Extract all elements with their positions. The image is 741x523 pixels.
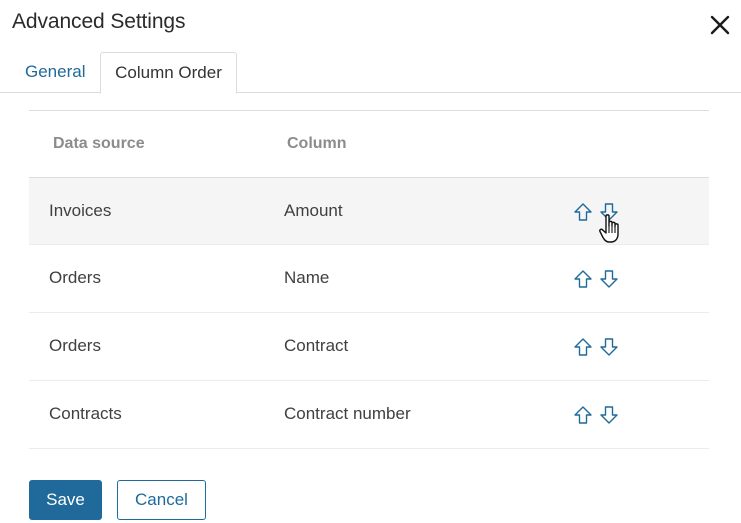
table-row: Invoices Amount bbox=[29, 178, 709, 245]
tab-column-order[interactable]: Column Order bbox=[100, 52, 237, 94]
row-data-source: Orders bbox=[49, 336, 101, 355]
header-data-source: Data source bbox=[53, 135, 145, 152]
arrow-up-icon[interactable] bbox=[573, 202, 593, 222]
row-column: Contract number bbox=[284, 404, 411, 423]
row-column: Name bbox=[284, 268, 330, 287]
arrow-up-icon[interactable] bbox=[573, 405, 593, 425]
save-button[interactable]: Save bbox=[29, 480, 102, 520]
row-column: Amount bbox=[284, 201, 343, 220]
arrow-down-icon[interactable] bbox=[599, 269, 619, 289]
close-button[interactable] bbox=[706, 11, 734, 39]
column-order-table: Data source Column Invoices Amount Order… bbox=[29, 110, 709, 449]
arrow-up-icon[interactable] bbox=[573, 269, 593, 289]
header-column: Column bbox=[287, 135, 347, 152]
tab-general[interactable]: General bbox=[25, 52, 85, 93]
arrow-down-icon[interactable] bbox=[599, 337, 619, 357]
table-header: Data source Column bbox=[29, 111, 709, 178]
close-icon[interactable] bbox=[706, 11, 734, 39]
row-column: Contract bbox=[284, 336, 349, 355]
tab-bar: General Column Order bbox=[0, 52, 741, 94]
dialog-title: Advanced Settings bbox=[12, 10, 186, 33]
table-row: Orders Name bbox=[29, 245, 709, 313]
arrow-down-icon[interactable] bbox=[599, 202, 619, 222]
table-row: Contracts Contract number bbox=[29, 381, 709, 449]
arrow-up-icon[interactable] bbox=[573, 337, 593, 357]
cancel-button[interactable]: Cancel bbox=[117, 480, 206, 520]
arrow-down-icon[interactable] bbox=[599, 405, 619, 425]
table-row: Orders Contract bbox=[29, 313, 709, 381]
row-data-source: Invoices bbox=[49, 201, 112, 220]
row-data-source: Orders bbox=[49, 268, 101, 287]
row-data-source: Contracts bbox=[49, 404, 122, 423]
